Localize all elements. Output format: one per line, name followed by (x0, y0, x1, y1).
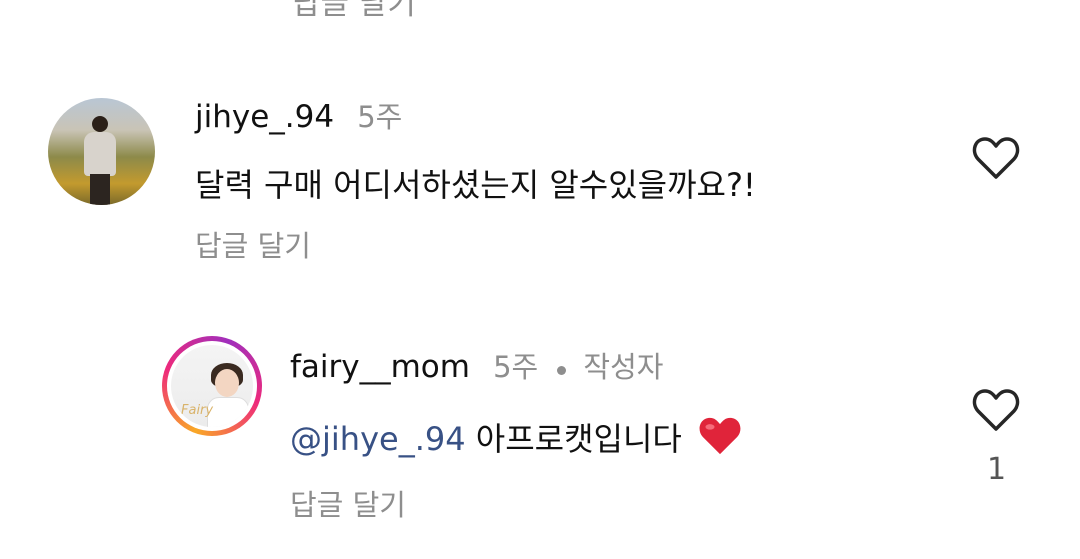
author-badge: 작성자 (583, 350, 664, 384)
avatar[interactable] (48, 98, 155, 205)
avatar-ring-gap: Fairy (167, 341, 257, 431)
comment-time: 5주 (357, 100, 403, 134)
avatar-person-body (84, 132, 116, 176)
comment-username[interactable]: fairy__mom (290, 349, 470, 385)
reply-button[interactable]: 답글 달기 (195, 223, 311, 265)
comment-username[interactable]: jihye_.94 (195, 99, 334, 135)
comment-time: 5주 (493, 350, 539, 384)
avatar-person-face (215, 369, 239, 397)
red-heart-emoji (699, 417, 741, 455)
heart-outline-icon[interactable] (972, 388, 1020, 432)
avatar-person-legs (90, 174, 110, 205)
reply-button-partial[interactable]: 답글 달기 (292, 0, 416, 23)
avatar-person-body (207, 397, 249, 427)
separator-dot (557, 366, 567, 375)
avatar-person-head (92, 116, 108, 132)
comment-header: jihye_.94 5주 (195, 94, 402, 136)
comment-text: 아프로캣입니다 (475, 420, 682, 458)
comment-text-line: @jihye_.94 아프로캣입니다 (290, 414, 742, 460)
avatar-logo: Fairy (181, 403, 214, 418)
avatar[interactable]: Fairy (171, 345, 253, 427)
heart-outline-icon[interactable] (972, 136, 1020, 180)
comment-header: fairy__mom 5주 작성자 (290, 344, 663, 386)
comment-text: 달력 구매 어디서하셨는지 알수있을까요?! (195, 166, 756, 204)
avatar-story-ring[interactable]: Fairy (162, 336, 262, 436)
reply-button[interactable]: 답글 달기 (290, 482, 406, 524)
mention-link[interactable]: @jihye_.94 (290, 420, 466, 458)
like-count[interactable]: 1 (987, 452, 1006, 487)
